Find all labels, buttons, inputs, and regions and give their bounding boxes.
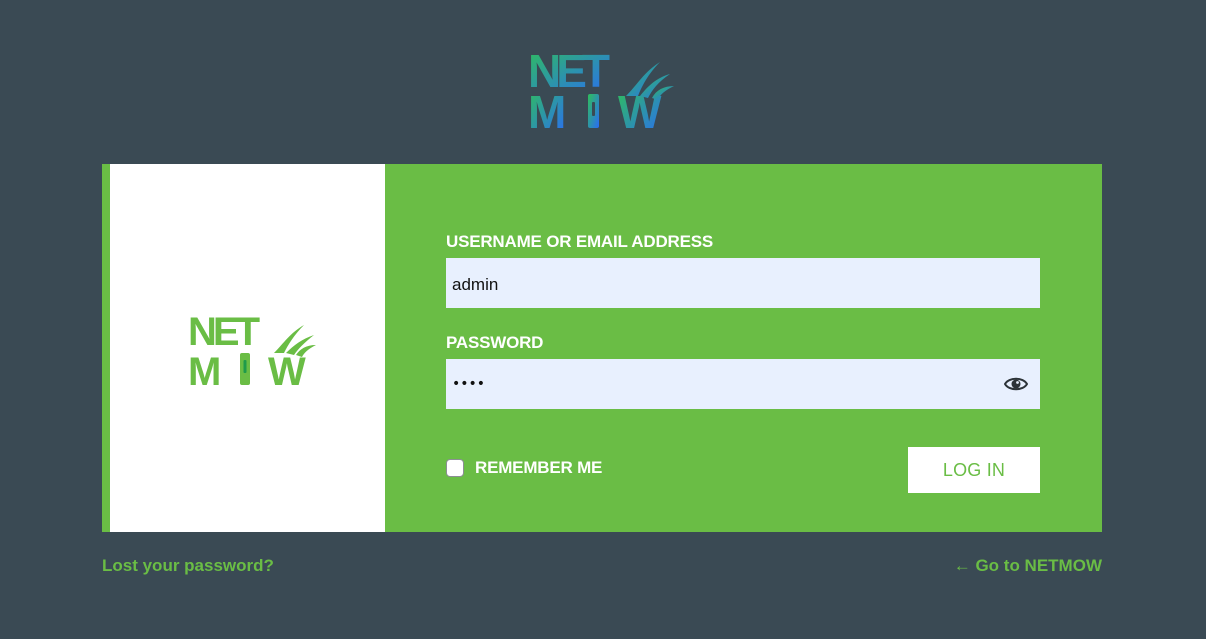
username-label: USERNAME OR EMAIL ADDRESS [446,232,714,251]
show-password-button[interactable] [1003,373,1029,395]
username-field-wrap [446,258,1040,308]
netmow-logo-gradient-icon: NET M W [528,45,674,138]
svg-text:W: W [618,86,662,132]
password-label: PASSWORD [446,333,544,352]
username-input[interactable] [446,258,1040,308]
site-logo[interactable]: NET M W [528,44,678,138]
remember-me[interactable]: REMEMBER ME [446,457,602,479]
password-field[interactable]: •••• [446,359,1040,409]
login-button[interactable]: LOG IN [908,447,1040,493]
remember-me-label[interactable]: REMEMBER ME [475,458,602,478]
svg-text:M: M [528,86,564,132]
card-logo-panel: NET M W [110,164,385,532]
back-to-site-link[interactable]: ← Go to NETMOW [954,556,1102,576]
svg-text:M: M [188,350,219,387]
eye-icon [1003,377,1029,391]
lost-password-link[interactable]: Lost your password? [102,556,274,576]
password-masked-value: •••• [452,376,486,392]
card-logo: NET M W [188,307,318,394]
login-card: NET M W USERNAME OR EMAIL ADDRESS PASSWO… [102,164,1102,532]
svg-text:NET: NET [188,310,260,354]
netmow-logo-green-icon: NET M W [188,310,316,394]
remember-me-checkbox[interactable] [446,459,464,477]
